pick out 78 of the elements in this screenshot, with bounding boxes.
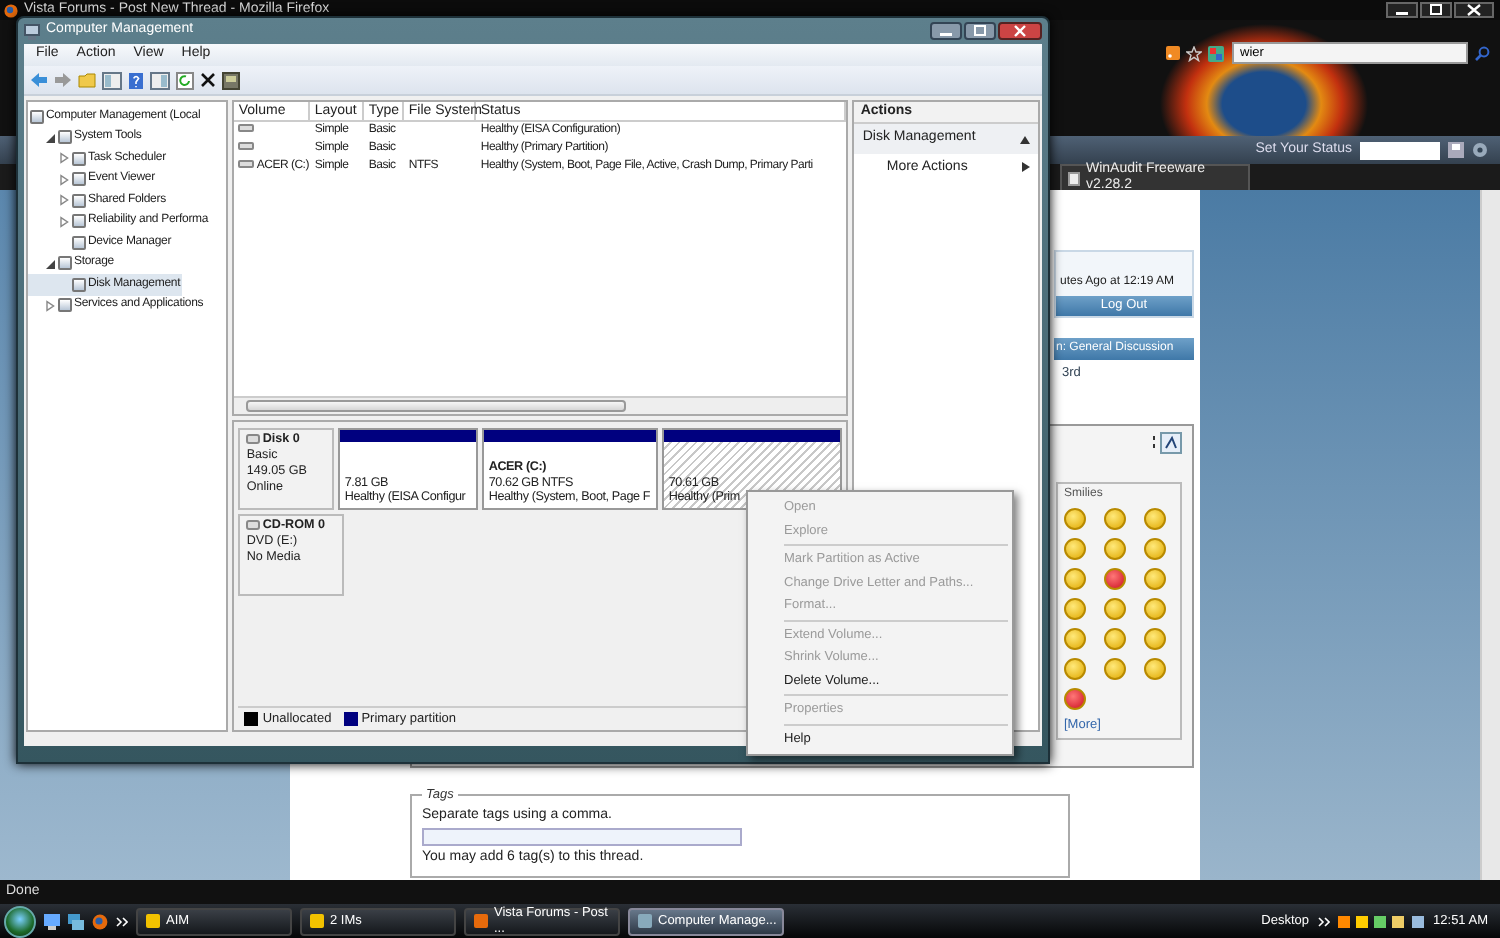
node-icon (58, 298, 72, 313)
gear-icon[interactable] (1472, 142, 1488, 158)
smiley-icon[interactable] (1104, 628, 1126, 651)
node-icon (72, 193, 86, 208)
collapsed-icon[interactable] (58, 194, 70, 207)
node-icon (58, 130, 72, 145)
search-engine-icon[interactable] (1208, 45, 1226, 61)
page-icon (1068, 171, 1080, 185)
close-button[interactable] (998, 22, 1042, 40)
status-field[interactable] (1360, 141, 1440, 159)
smiley-icon[interactable] (1104, 508, 1126, 531)
chevron-icon[interactable] (116, 915, 128, 927)
smiley-icon[interactable] (1144, 568, 1166, 591)
smiley-icon[interactable] (1144, 628, 1166, 651)
node-icon (72, 172, 86, 187)
smiley-icon[interactable] (1064, 598, 1086, 621)
star-icon[interactable] (1186, 45, 1202, 61)
delete-icon[interactable] (200, 72, 216, 88)
maximize-button[interactable] (964, 22, 996, 40)
drive-icon (246, 434, 261, 445)
collapsed-icon[interactable] (58, 173, 70, 186)
start-button[interactable] (4, 905, 36, 937)
smiley-icon[interactable] (1144, 508, 1166, 531)
close-button[interactable] (1454, 2, 1494, 18)
expanded-icon[interactable] (44, 131, 56, 144)
collapsed-icon[interactable] (44, 299, 56, 312)
smiley-icon[interactable] (1064, 658, 1086, 681)
search-icon[interactable] (1474, 45, 1490, 61)
panel-icon[interactable] (150, 71, 170, 89)
smiley-icon[interactable] (1144, 598, 1166, 621)
browser-logo-icon (4, 3, 18, 17)
node-icon (72, 214, 86, 229)
smiley-icon[interactable] (1104, 598, 1126, 621)
chevron-icon[interactable] (1317, 915, 1330, 927)
drive-icon (246, 520, 261, 531)
minimize-button[interactable] (930, 22, 962, 40)
refresh-icon[interactable] (176, 71, 194, 89)
node-icon (72, 235, 86, 250)
node-icon (58, 256, 72, 271)
smiley-icon[interactable] (1064, 508, 1086, 531)
panel-icon[interactable] (102, 71, 122, 89)
horizontal-scrollbar[interactable] (234, 396, 847, 414)
smiley-icon[interactable] (1064, 568, 1086, 591)
expanded-icon[interactable] (44, 257, 56, 270)
save-icon[interactable] (1448, 142, 1464, 158)
collapsed-icon[interactable] (58, 152, 70, 165)
window-switch-icon[interactable] (68, 913, 84, 929)
minimize-button[interactable] (1386, 2, 1418, 18)
app-icon (474, 914, 488, 928)
browser-logo-icon[interactable] (92, 913, 108, 929)
forward-arrow-icon[interactable] (54, 72, 72, 88)
help-icon[interactable] (128, 71, 144, 89)
smiley-icon[interactable] (1104, 658, 1126, 681)
smiley-icon[interactable] (1064, 688, 1086, 711)
smiley-icon[interactable] (1064, 628, 1086, 651)
app-icon (146, 914, 160, 928)
back-arrow-icon[interactable] (30, 72, 48, 88)
collapsed-icon[interactable] (58, 215, 70, 228)
smiley-icon[interactable] (1144, 538, 1166, 561)
folder-icon[interactable] (78, 72, 96, 88)
app-icon (638, 914, 652, 928)
node-icon (30, 109, 44, 124)
smiley-icon[interactable] (1144, 658, 1166, 681)
submenu-arrow-icon (1022, 162, 1030, 173)
app-icon (310, 914, 324, 928)
node-icon (72, 151, 86, 166)
tags-field[interactable] (422, 828, 742, 847)
desktop-icon[interactable] (44, 913, 60, 929)
tray-icons-drawing[interactable] (1337, 913, 1426, 929)
computer-icon (24, 23, 40, 39)
collapse-icon (1020, 135, 1030, 144)
maximize-button[interactable] (1420, 2, 1452, 18)
smiley-icon[interactable] (1064, 538, 1086, 561)
smiley-icon[interactable] (1104, 568, 1126, 591)
node-icon (72, 277, 86, 292)
text-direction-icon[interactable] (1150, 431, 1182, 454)
feed-icon[interactable] (1166, 46, 1180, 60)
smiley-icon[interactable] (1104, 538, 1126, 561)
